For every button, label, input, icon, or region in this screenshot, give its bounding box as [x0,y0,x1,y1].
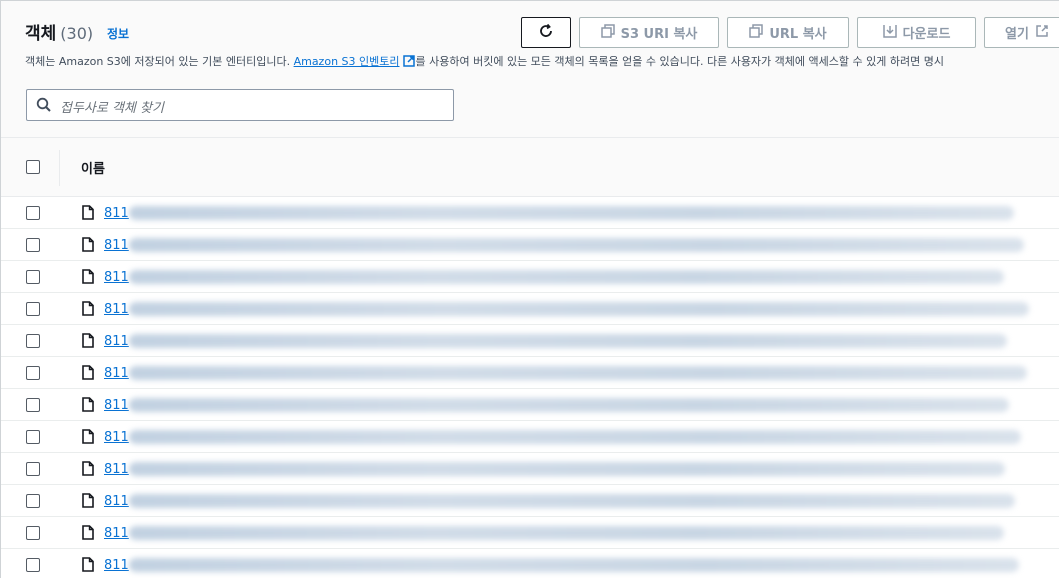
table-row: 811 [1,325,1059,357]
external-link-icon [402,55,415,70]
file-icon [82,493,94,512]
redacted-name [129,206,1014,220]
row-checkbox[interactable] [26,430,40,444]
row-checkbox[interactable] [26,270,40,284]
table-row: 811 [1,389,1059,421]
inventory-link[interactable]: Amazon S3 인벤토리 [294,55,400,68]
object-name-link[interactable]: 811 [104,430,129,445]
objects-panel: 객체 (30) 정보 객체는 Amazon S3에 저장되어 있는 기본 엔터티입… [0,0,1059,578]
table-row: 811 [1,357,1059,389]
copy-url-label: URL 복사 [769,27,827,42]
refresh-button[interactable] [521,17,571,48]
file-icon [82,301,94,320]
row-checkbox[interactable] [26,526,40,540]
desc-text-2: 를 사용하여 버킷에 있는 모든 객체의 목록을 얻을 수 있습니다. 다른 사… [415,55,944,68]
object-name-link[interactable]: 811 [104,558,129,573]
row-checkbox[interactable] [26,366,40,380]
file-icon [82,461,94,480]
column-header-name[interactable]: 이름 [81,158,105,177]
file-icon [82,557,94,576]
object-name-link[interactable]: 811 [104,366,129,381]
redacted-name [129,238,1024,252]
file-icon [82,525,94,544]
file-icon [82,269,94,288]
row-checkbox[interactable] [26,494,40,508]
row-checkbox[interactable] [26,334,40,348]
search-placeholder: 접두사로 객체 찾기 [60,101,164,116]
copy-icon [749,23,764,42]
redacted-name [129,462,1005,476]
file-icon [82,237,94,256]
object-name-link[interactable]: 811 [104,526,129,541]
page-title: 객체 (30) [25,19,93,44]
file-icon [82,397,94,416]
file-icon [82,429,94,448]
object-count: (30) [60,24,94,43]
external-link-icon [1035,24,1049,42]
redacted-name [129,302,1029,316]
row-checkbox[interactable] [26,462,40,476]
table-row: 811 [1,229,1059,261]
object-name-link[interactable]: 811 [104,238,129,253]
object-name-link[interactable]: 811 [104,206,129,221]
redacted-name [129,398,1009,412]
download-label: 다운로드 [902,27,951,42]
table-row: 811 [1,197,1059,229]
table-row: 811 [1,293,1059,325]
file-icon [82,333,94,352]
download-button[interactable]: 다운로드 [857,17,976,48]
redacted-name [129,494,1015,508]
table-header: 이름 [1,138,1059,197]
redacted-name [129,558,1019,572]
copy-s3-uri-button[interactable]: S3 URI 복사 [579,17,719,48]
table-row: 811 [1,261,1059,293]
column-divider [59,150,60,186]
row-checkbox[interactable] [26,238,40,252]
redacted-name [129,334,1007,348]
search-icon [36,97,52,117]
redacted-name [129,366,1027,380]
object-name-link[interactable]: 811 [104,334,129,349]
table-row: 811 [1,453,1059,485]
copy-s3-uri-label: S3 URI 복사 [620,27,698,42]
refresh-icon [538,23,554,43]
select-all-checkbox[interactable] [26,160,40,174]
table-row: 811 [1,517,1059,549]
object-name-link[interactable]: 811 [104,302,129,317]
open-button[interactable]: 열기 [984,17,1059,48]
object-name-link[interactable]: 811 [104,494,129,509]
table-row: 811 [1,421,1059,453]
objects-header: 객체 (30) 정보 객체는 Amazon S3에 저장되어 있는 기본 엔터티입… [1,1,1059,138]
object-name-link[interactable]: 811 [104,398,129,413]
title-text: 객체 [25,24,57,44]
download-icon [882,24,897,42]
redacted-name [129,430,1021,444]
redacted-name [129,526,1004,540]
copy-icon [600,23,615,42]
file-icon [82,205,94,224]
row-checkbox[interactable] [26,558,40,572]
desc-text-1: 객체는 Amazon S3에 저장되어 있는 기본 엔터티입니다. [25,55,291,68]
copy-url-button[interactable]: URL 복사 [727,17,849,48]
open-label: 열기 [1005,27,1029,42]
object-name-link[interactable]: 811 [104,270,129,285]
row-checkbox[interactable] [26,398,40,412]
row-checkbox[interactable] [26,206,40,220]
file-icon [82,365,94,384]
row-checkbox[interactable] [26,302,40,316]
table-row: 811 [1,549,1059,578]
table-row: 811 [1,485,1059,517]
redacted-name [129,270,1004,284]
object-name-link[interactable]: 811 [104,462,129,477]
description: 객체는 Amazon S3에 저장되어 있는 기본 엔터티입니다. Amazon… [25,53,944,70]
info-link[interactable]: 정보 [107,25,129,42]
search-input[interactable]: 접두사로 객체 찾기 [26,89,454,121]
